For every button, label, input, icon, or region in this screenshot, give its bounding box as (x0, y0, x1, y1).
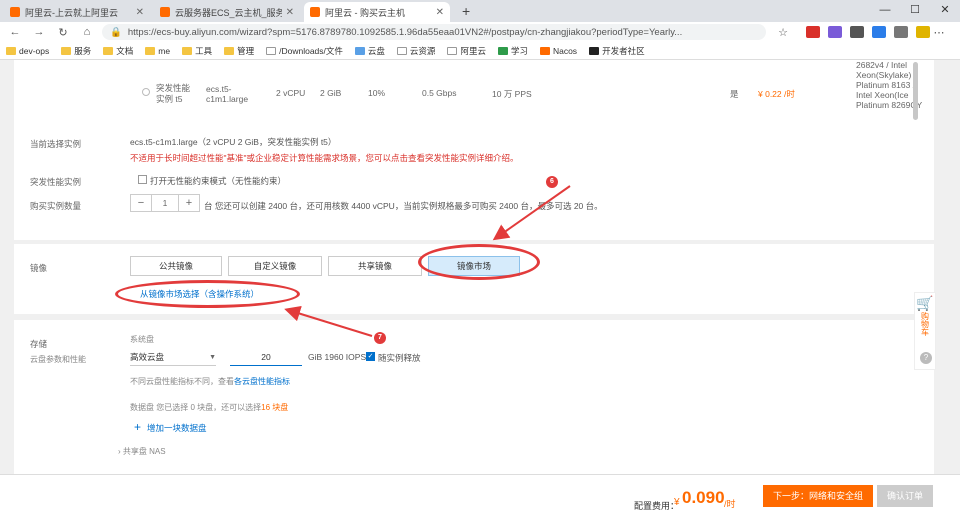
forward-icon[interactable]: → (30, 26, 48, 38)
bookmark-item[interactable]: 服务 (61, 45, 91, 57)
bookmark-item[interactable]: /Downloads/文件 (266, 45, 343, 57)
page-icon (396, 46, 407, 55)
page-icon (266, 46, 277, 55)
site-icon (589, 46, 600, 55)
fee-label: 配置费用： (634, 501, 680, 511)
bookmark-item[interactable]: dev-ops (6, 46, 49, 56)
folder-icon (224, 46, 235, 55)
window-controls: — ☐ ✕ (870, 0, 960, 22)
confirm-order-button[interactable]: 确认订单 (877, 485, 933, 507)
browser-tab-bar: 阿里云-上云就上阿里云 ✕ 云服务器ECS_云主机_服务器 ✕ 阿里云 - 购买… (0, 0, 960, 22)
browser-tab[interactable]: 云服务器ECS_云主机_服务器 ✕ (154, 2, 300, 22)
site-icon (539, 46, 550, 55)
folder-icon (103, 46, 114, 55)
bookmark-item[interactable]: Nacos (539, 46, 577, 56)
bookmark-item[interactable]: 文档 (103, 45, 133, 57)
new-tab-button[interactable]: + (454, 3, 478, 22)
profile-icon[interactable] (916, 26, 930, 38)
extension-icon[interactable] (894, 26, 908, 38)
order-footer: 配置费用： ¥ 0.090 /时 下一步：网络和安全组 确认订单 (0, 474, 960, 520)
tab-title: 阿里云 - 购买云主机 (325, 7, 405, 18)
folder-icon (61, 46, 72, 55)
folder-icon (6, 46, 16, 55)
reload-icon[interactable]: ↻ (54, 26, 72, 39)
bookmark-item[interactable]: 云资源 (396, 45, 435, 57)
tab-title: 阿里云-上云就上阿里云 (25, 7, 118, 18)
bookmark-item[interactable]: me (145, 46, 170, 56)
fee-currency: ¥ (674, 497, 680, 508)
fee-unit: /时 (724, 499, 736, 509)
page-icon (447, 46, 458, 55)
bookmark-item[interactable]: 管理 (224, 45, 254, 57)
annotation-arrow (284, 305, 373, 337)
star-icon[interactable]: ☆ (774, 26, 792, 39)
address-bar-row: ← → ↻ ⌂ 🔒 https://ecs-buy.aliyun.com/wiz… (0, 22, 960, 42)
close-window-button[interactable]: ✕ (930, 0, 960, 22)
maximize-button[interactable]: ☐ (900, 0, 930, 22)
bookmark-item[interactable]: 云盘 (354, 45, 385, 57)
bookmark-item[interactable]: 阿里云 (447, 45, 486, 57)
browser-tab[interactable]: 阿里云-上云就上阿里云 ✕ (4, 2, 150, 22)
annotation-arrow (492, 185, 571, 241)
home-icon[interactable]: ⌂ (78, 26, 96, 38)
bookmark-item[interactable]: 学习 (497, 45, 528, 57)
bookmark-item[interactable]: 工具 (182, 45, 212, 57)
bookmark-item[interactable]: 开发者社区 (589, 45, 645, 57)
back-icon[interactable]: ← (6, 26, 24, 38)
folder-icon (182, 46, 193, 55)
close-icon[interactable]: ✕ (436, 7, 444, 18)
minimize-button[interactable]: — (870, 0, 900, 22)
bookmarks-bar: dev-ops 服务 文档 me 工具 管理 /Downloads/文件 云盘 … (0, 42, 960, 60)
extension-icon[interactable] (806, 26, 820, 38)
aliyun-favicon-icon (310, 7, 320, 17)
next-network-button[interactable]: 下一步：网络和安全组 (763, 485, 873, 507)
fee-price: 0.090 (682, 488, 725, 507)
close-icon[interactable]: ✕ (286, 7, 294, 18)
extension-icon[interactable] (850, 26, 864, 38)
url-text: https://ecs-buy.aliyun.com/wizard?spm=51… (127, 26, 683, 38)
lock-icon: 🔒 (110, 26, 122, 38)
extension-icon[interactable] (828, 26, 842, 38)
site-icon (354, 46, 365, 55)
annotation-arrows (284, 185, 571, 337)
browser-tab-active[interactable]: 阿里云 - 购买云主机 ✕ (304, 2, 450, 22)
aliyun-favicon-icon (10, 7, 20, 17)
tab-title: 云服务器ECS_云主机_服务器 (175, 7, 282, 18)
page-content: 突发性能 实例 t5 ecs.t5-c1m1.large 2 vCPU 2 Gi… (0, 60, 960, 520)
extension-icon[interactable] (872, 26, 886, 38)
folder-icon (145, 46, 156, 55)
menu-icon[interactable]: ⋯ (930, 26, 948, 39)
aliyun-favicon-icon (160, 7, 170, 17)
close-icon[interactable]: ✕ (136, 7, 144, 18)
site-icon (497, 46, 508, 55)
url-field[interactable]: 🔒 https://ecs-buy.aliyun.com/wizard?spm=… (102, 24, 766, 40)
